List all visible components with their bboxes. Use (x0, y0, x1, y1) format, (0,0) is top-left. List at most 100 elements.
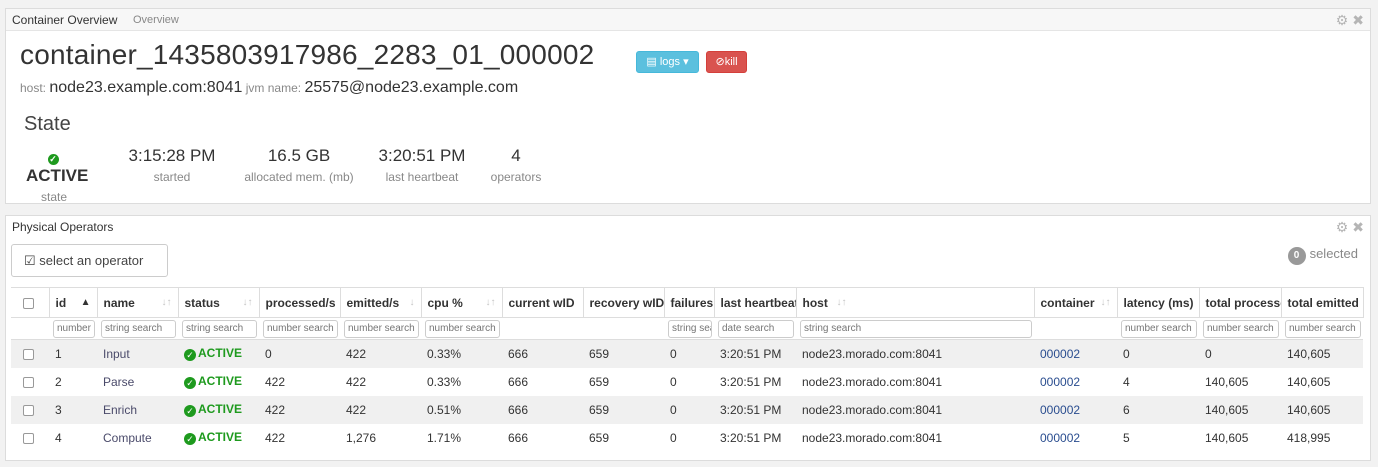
col-cpu[interactable]: cpu % ↓↑ (421, 287, 503, 318)
selected-label: selected (1309, 246, 1358, 261)
table-row[interactable]: 1 Input ✓ ACTIVE 0 422 0.33% 666 659 0 3:20:51 PM n… (11, 339, 1363, 368)
cell-processed: 422 (259, 395, 340, 424)
file-icon: ▤ (646, 56, 657, 68)
physical-operators-panel: Physical Operators ⚙ ✖ ☑ select an operat… (5, 215, 1371, 461)
cell-total-processed: 140,605 (1205, 374, 1249, 389)
col-failures[interactable]: failures (664, 287, 715, 318)
cell-latency: 4 (1123, 374, 1130, 389)
row-checkbox[interactable] (11, 339, 49, 368)
host-label: host: (20, 81, 47, 95)
stat-value: 3:15:28 PM (128, 146, 216, 165)
cell-name: Enrich (97, 395, 178, 424)
table-row[interactable]: 4 Compute ✓ ACTIVE 422 1,276 1.71% 666 659 0 3:20:… (11, 424, 1363, 452)
sort-icon: ↓↑ (161, 297, 172, 308)
check-circle-icon: ✓ (184, 405, 196, 417)
checkbox-icon: ☑ (24, 253, 36, 268)
col-latency[interactable]: latency (ms) (1117, 287, 1200, 318)
logs-button[interactable]: ▤ logs ▾ (636, 51, 699, 73)
cell-status: ✓ ACTIVE (178, 424, 259, 452)
header-row: id ▲ name ↓↑ status ↓↑ processed/s emitted/… (11, 287, 1364, 318)
select-operator-label: select an operator (39, 253, 144, 268)
cell-container[interactable]: 000002 (1034, 395, 1117, 424)
table-row[interactable]: 2 Parse ✓ ACTIVE 422 422 0.33% 666 659 0 3:20:51 P… (11, 368, 1363, 396)
sort-icon: ↓↑ (485, 297, 496, 308)
ban-icon: ⊘ (715, 56, 725, 68)
filter-latency[interactable] (1121, 319, 1197, 338)
stat-state: ✓ACTIVE state (26, 146, 88, 204)
col-recovery-wid[interactable]: recovery wID (583, 287, 665, 318)
cell-name: Compute (103, 430, 152, 445)
col-id[interactable]: id ▲ (49, 287, 98, 318)
filter-emitted[interactable] (344, 319, 419, 338)
panel-tools: ⚙ ✖ (1332, 219, 1364, 236)
cell-container[interactable]: 000002 (1034, 368, 1117, 396)
filter-name[interactable] (101, 319, 176, 338)
filter-id[interactable] (53, 319, 95, 338)
cell-host: node23.morado.com:8041 (802, 430, 943, 445)
stat-value: 4 (511, 146, 521, 165)
col-emitted[interactable]: emitted/s ↓ (340, 287, 422, 318)
col-total-processed[interactable]: total processed (1199, 287, 1282, 318)
filter-processed[interactable] (263, 319, 338, 338)
cell-cpu: 0.33% (427, 374, 462, 389)
stat-started: 3:15:28 PM started (122, 146, 222, 184)
col-current-wid[interactable]: current wID (502, 287, 584, 318)
stat-last-heartbeat: 3:20:51 PM last heartbeat (372, 146, 472, 184)
cell-total-emitted: 140,605 (1287, 374, 1331, 389)
stat-label: operators (490, 170, 542, 184)
close-icon[interactable]: ✖ (1352, 12, 1364, 28)
cell-current-wid: 666 (502, 339, 583, 368)
kill-button[interactable]: ⊘kill (706, 51, 747, 73)
gear-icon[interactable]: ⚙ (1336, 219, 1349, 235)
select-all-checkbox[interactable] (11, 287, 50, 318)
col-total-emitted[interactable]: total emitted (1281, 287, 1364, 318)
cell-failures: 0 (664, 339, 714, 368)
table-row[interactable]: 3 Enrich ✓ ACTIVE 422 422 0.51% 666 659 0 3:20:51 … (11, 395, 1363, 424)
cell-name: Input (97, 339, 178, 368)
cell-id: 3 (49, 395, 97, 424)
col-container[interactable]: container ↓↑ (1034, 287, 1118, 318)
row-checkbox[interactable] (11, 424, 49, 452)
panel-header: Physical Operators ⚙ ✖ (6, 216, 1370, 238)
row-checkbox[interactable] (11, 395, 49, 424)
panel-title: Physical Operators (12, 220, 114, 234)
cell-failures: 0 (670, 430, 677, 445)
col-processed[interactable]: processed/s (259, 287, 341, 318)
selected-badge: 0 (1287, 247, 1306, 265)
col-status[interactable]: status ↓↑ (178, 287, 260, 318)
caret-down-icon: ▾ (683, 56, 689, 68)
cell-status: ✓ ACTIVE (178, 395, 259, 424)
cell-last-heartbeat: 3:20:51 PM (720, 430, 782, 445)
stat-label: last heartbeat (385, 170, 459, 184)
cell-total-emitted: 140,605 (1281, 339, 1363, 368)
panel-subtitle: Overview (133, 14, 179, 26)
row-checkbox[interactable] (11, 368, 49, 396)
panel-title: Container Overview (12, 13, 118, 27)
filter-cpu[interactable] (425, 319, 500, 338)
cell-host: node23.morado.com:8041 (802, 374, 943, 389)
gear-icon[interactable]: ⚙ (1336, 12, 1349, 28)
cell-processed: 422 (265, 374, 286, 389)
filter-failures[interactable] (668, 319, 712, 338)
col-name[interactable]: name ↓↑ (97, 287, 179, 318)
check-circle-icon: ✓ (184, 349, 196, 362)
filter-total-emitted[interactable] (1285, 319, 1361, 338)
close-icon[interactable]: ✖ (1352, 219, 1364, 235)
col-last-heartbeat[interactable]: last heartbeat (714, 287, 797, 318)
filter-cell (502, 317, 583, 340)
col-host[interactable]: host ↓↑ (796, 287, 1035, 318)
filter-host[interactable] (800, 319, 1032, 338)
select-operator-button[interactable]: ☑ select an operator (11, 244, 168, 277)
check-circle-icon: ✓ (184, 433, 196, 445)
filter-status[interactable] (182, 319, 257, 338)
cell-name: Parse (103, 374, 135, 389)
container-overview-panel: Container Overview Overview ⚙ ✖ container… (5, 8, 1371, 204)
cell-id: 2 (55, 374, 62, 389)
filter-last-heartbeat[interactable] (718, 319, 794, 338)
cell-id: 1 (49, 339, 97, 368)
cell-container[interactable]: 000002 (1034, 339, 1117, 368)
cell-container[interactable]: 000002 (1034, 424, 1117, 452)
cell-last-heartbeat: 3:20:51 PM (714, 395, 796, 424)
jvm-label: jvm name: (245, 81, 302, 95)
filter-total-processed[interactable] (1203, 319, 1279, 338)
